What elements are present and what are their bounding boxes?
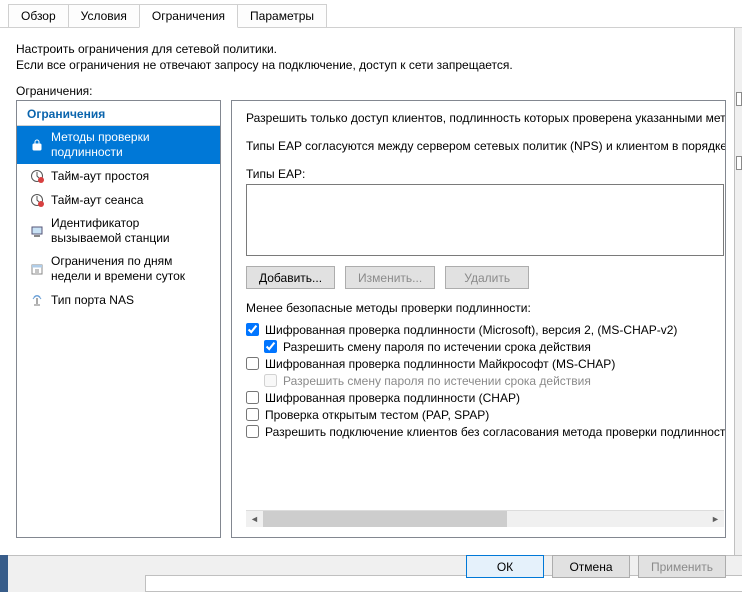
- less-secure-header: Менее безопасные методы проверки подлинн…: [246, 301, 725, 315]
- add-button[interactable]: Добавить...: [246, 266, 335, 289]
- constraint-details-pane: Разрешить только доступ клиентов, подлин…: [231, 100, 726, 538]
- clock-red-icon: [29, 168, 45, 184]
- edit-button[interactable]: Изменить...: [345, 266, 435, 289]
- auth-checkbox-row-6[interactable]: Разрешить подключение клиентов без согла…: [246, 423, 725, 440]
- delete-button[interactable]: Удалить: [445, 266, 529, 289]
- tree-item-label: Идентификатор вызываемой станции: [51, 216, 212, 246]
- scroll-thumb[interactable]: [263, 511, 507, 527]
- tree-item-label: Методы проверки подлинности: [51, 130, 212, 160]
- auth-checkbox-1[interactable]: [264, 340, 277, 353]
- tree-item-2[interactable]: Тайм-аут сеанса: [17, 188, 220, 212]
- tab-ограничения[interactable]: Ограничения: [139, 4, 238, 28]
- auth-checkbox-label: Шифрованная проверка подлинности Майкрос…: [265, 357, 615, 371]
- auth-checkbox-label: Проверка открытым тестом (PAP, SPAP): [265, 408, 489, 422]
- cancel-button[interactable]: Отмена: [552, 555, 630, 578]
- tree-item-1[interactable]: Тайм-аут простоя: [17, 164, 220, 188]
- tree-item-label: Тайм-аут простоя: [51, 169, 149, 184]
- auth-checkbox-row-3: Разрешить смену пароля по истечении срок…: [246, 372, 725, 389]
- tree-item-0[interactable]: Методы проверки подлинности: [17, 126, 220, 164]
- clock-red-icon: [29, 192, 45, 208]
- scroll-right-icon[interactable]: ►: [707, 511, 724, 527]
- tab-обзор[interactable]: Обзор: [8, 4, 69, 27]
- eap-types-label: Типы EAP:: [246, 167, 725, 181]
- auth-checkbox-6[interactable]: [246, 425, 259, 438]
- tree-item-label: Тайм-аут сеанса: [51, 193, 143, 208]
- auth-checkbox-0[interactable]: [246, 323, 259, 336]
- horizontal-scrollbar[interactable]: ◄ ►: [246, 510, 724, 527]
- auth-checkbox-2[interactable]: [246, 357, 259, 370]
- auth-checkbox-row-2[interactable]: Шифрованная проверка подлинности Майкрос…: [246, 355, 725, 372]
- tab-условия[interactable]: Условия: [68, 4, 140, 27]
- tree-item-label: Тип порта NAS: [51, 293, 134, 308]
- calendar-icon: [29, 261, 45, 277]
- background-sliver: [734, 28, 742, 555]
- tree-item-5[interactable]: Тип порта NAS: [17, 288, 220, 312]
- description-line-2: Если все ограничения не отвечают запросу…: [16, 58, 726, 72]
- tree-item-label: Ограничения по дням недели и времени сут…: [51, 254, 212, 284]
- station-icon: [29, 223, 45, 239]
- auth-checkbox-label: Разрешить подключение клиентов без согла…: [265, 425, 725, 439]
- lock-icon: [29, 137, 45, 153]
- allow-only-text: Разрешить только доступ клиентов, подлин…: [246, 111, 725, 125]
- auth-checkbox-label: Разрешить смену пароля по истечении срок…: [283, 374, 591, 388]
- constraints-label: Ограничения:: [16, 84, 726, 98]
- auth-checkbox-3: [264, 374, 277, 387]
- eap-types-listbox[interactable]: [246, 184, 724, 256]
- auth-checkbox-label: Шифрованная проверка подлинности (Micros…: [265, 323, 677, 337]
- constraints-tree[interactable]: Ограничения Методы проверки подлинности Т…: [16, 100, 221, 538]
- apply-button[interactable]: Применить: [638, 555, 726, 578]
- eap-negotiation-text: Типы EAP согласуются между сервером сете…: [246, 139, 725, 153]
- auth-checkbox-label: Разрешить смену пароля по истечении срок…: [283, 340, 591, 354]
- description-line-1: Настроить ограничения для сетевой полити…: [16, 42, 726, 56]
- outer-window-edge: [0, 555, 8, 592]
- antenna-icon: [29, 292, 45, 308]
- auth-checkbox-row-0[interactable]: Шифрованная проверка подлинности (Micros…: [246, 321, 725, 338]
- tree-item-3[interactable]: Идентификатор вызываемой станции: [17, 212, 220, 250]
- auth-checkbox-row-1[interactable]: Разрешить смену пароля по истечении срок…: [246, 338, 725, 355]
- auth-checkbox-row-5[interactable]: Проверка открытым тестом (PAP, SPAP): [246, 406, 725, 423]
- tab-strip: ОбзорУсловияОграниченияПараметры: [0, 0, 742, 28]
- auth-checkbox-4[interactable]: [246, 391, 259, 404]
- constraints-group-header: Ограничения: [17, 101, 220, 126]
- ok-button[interactable]: ОК: [466, 555, 544, 578]
- tab-параметры[interactable]: Параметры: [237, 4, 327, 27]
- auth-checkbox-label: Шифрованная проверка подлинности (CHAP): [265, 391, 520, 405]
- auth-checkbox-5[interactable]: [246, 408, 259, 421]
- tree-item-4[interactable]: Ограничения по дням недели и времени сут…: [17, 250, 220, 288]
- auth-checkbox-row-4[interactable]: Шифрованная проверка подлинности (CHAP): [246, 389, 725, 406]
- scroll-left-icon[interactable]: ◄: [246, 511, 263, 527]
